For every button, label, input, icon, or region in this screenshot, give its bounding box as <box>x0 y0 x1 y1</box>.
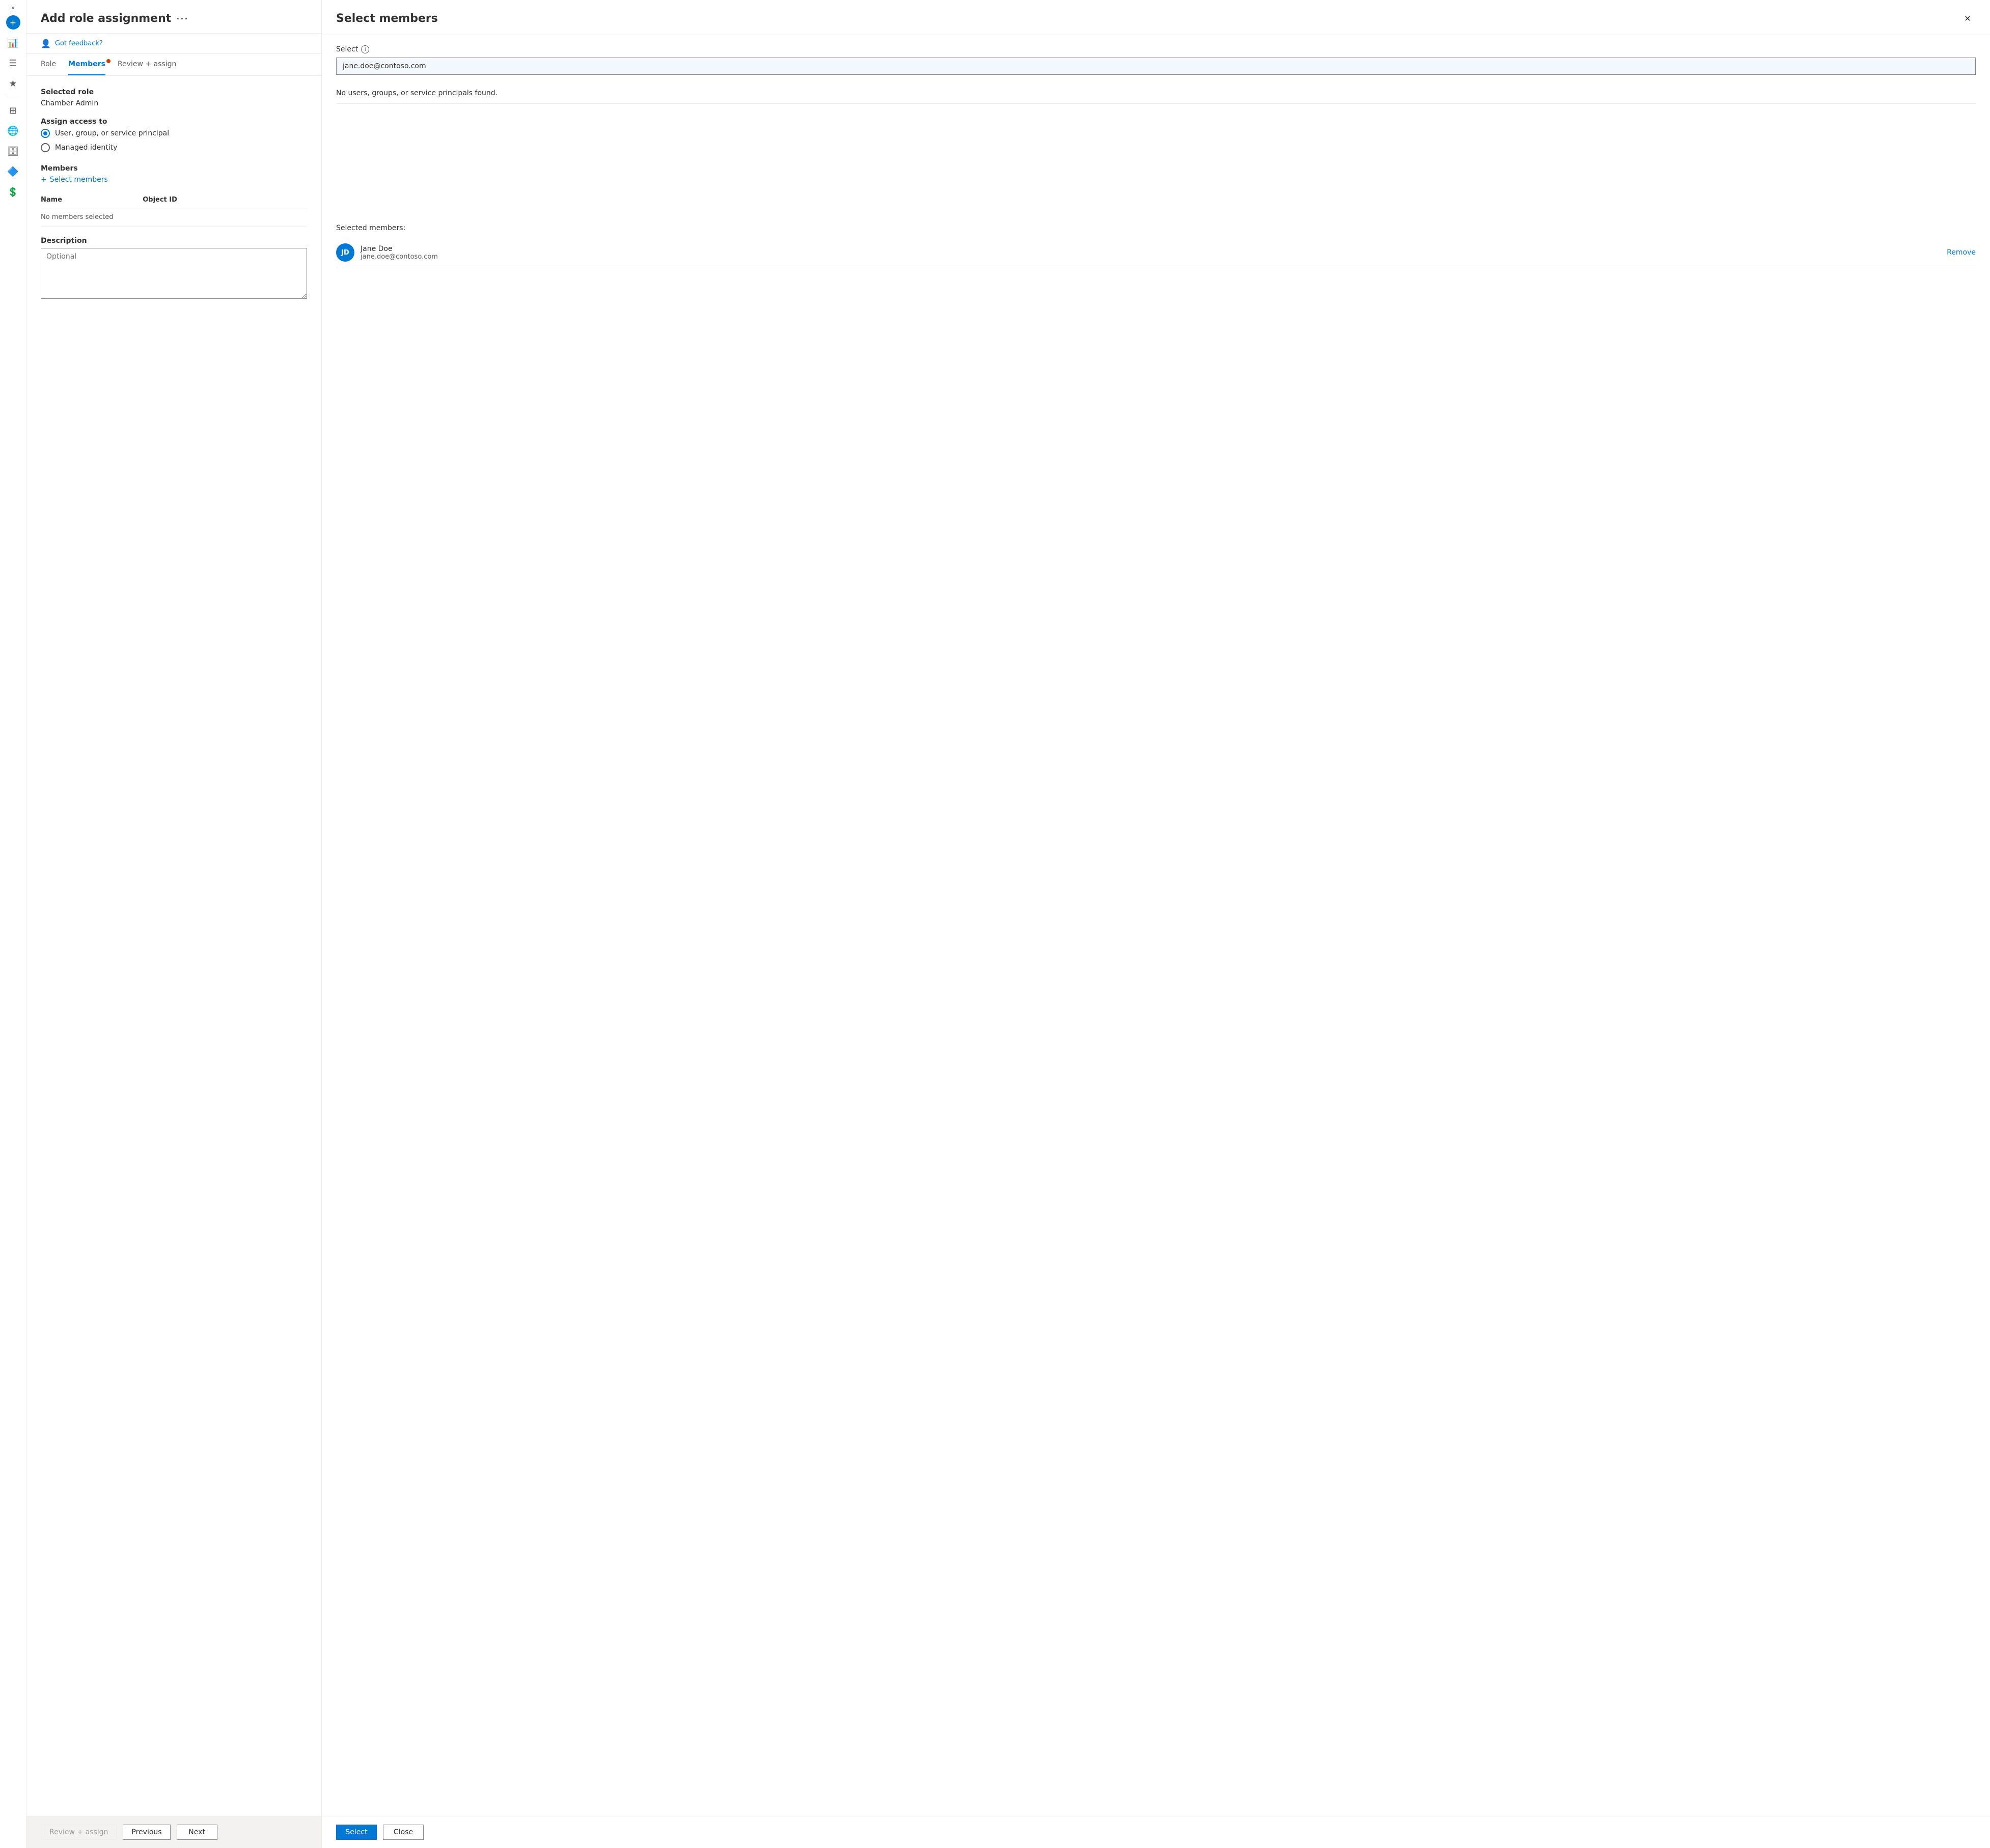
right-panel: Select members ✕ Select i No users, grou… <box>322 0 1990 1848</box>
tab-role[interactable]: Role <box>41 54 56 75</box>
panel-title-text: Add role assignment <box>41 12 171 25</box>
radio-group: User, group, or service principal Manage… <box>41 129 307 152</box>
search-results-area <box>336 114 1976 216</box>
radio-managed-identity-label: Managed identity <box>55 144 117 152</box>
name-column-header: Name <box>41 192 143 208</box>
radio-managed-identity-circle <box>41 143 50 152</box>
panel-footer: Review + assign Previous Next <box>26 1816 321 1848</box>
previous-button[interactable]: Previous <box>123 1825 170 1840</box>
circle-dollar-icon[interactable]: 💲 <box>4 183 22 201</box>
right-panel-title: Select members <box>336 12 438 25</box>
no-members-text: No members selected <box>41 208 307 227</box>
radio-user-group[interactable]: User, group, or service principal <box>41 129 307 138</box>
member-info: Jane Doe jane.doe@contoso.com <box>361 245 1941 261</box>
star-icon[interactable]: ★ <box>4 74 22 93</box>
avatar: JD <box>336 243 354 262</box>
left-panel: Add role assignment ··· 👤 Got feedback? … <box>26 0 322 1848</box>
main-area: Add role assignment ··· 👤 Got feedback? … <box>26 0 1990 1848</box>
radio-managed-identity[interactable]: Managed identity <box>41 143 307 152</box>
selected-role-label: Selected role <box>41 88 307 96</box>
database-icon[interactable]: 🗄 <box>4 142 22 160</box>
members-table: Name Object ID No members selected <box>41 192 307 227</box>
feedback-icon: 👤 <box>41 39 51 48</box>
plus-icon: + <box>41 176 47 184</box>
close-panel-button[interactable]: ✕ <box>1959 10 1976 26</box>
select-label: Select i <box>336 45 1976 53</box>
selected-members-section: Selected members: JD Jane Doe jane.doe@c… <box>336 216 1976 267</box>
member-email: jane.doe@contoso.com <box>361 253 1941 261</box>
remove-member-button[interactable]: Remove <box>1947 248 1976 257</box>
add-button[interactable]: + <box>6 15 20 30</box>
member-item: JD Jane Doe jane.doe@contoso.com Remove <box>336 238 1976 267</box>
grid-icon[interactable]: ⊞ <box>4 101 22 120</box>
select-members-button[interactable]: + Select members <box>41 176 307 184</box>
selected-role-value: Chamber Admin <box>41 99 307 107</box>
tab-members[interactable]: Members <box>68 54 105 75</box>
menu-icon[interactable]: ☰ <box>4 54 22 72</box>
sidebar: » + 📊 ☰ ★ ⊞ 🌐 🗄 🔷 💲 <box>0 0 26 1848</box>
selected-members-label: Selected members: <box>336 224 1976 232</box>
description-textarea[interactable] <box>41 248 307 299</box>
close-button[interactable]: Close <box>383 1825 424 1840</box>
info-icon[interactable]: i <box>361 45 369 53</box>
selected-role-section: Selected role Chamber Admin <box>41 88 307 107</box>
chart-icon[interactable]: 📊 <box>4 34 22 52</box>
member-name: Jane Doe <box>361 245 1941 253</box>
members-section: Members + Select members Name Object ID <box>41 164 307 227</box>
no-results-text: No users, groups, or service principals … <box>336 83 1976 104</box>
members-label: Members <box>41 164 307 173</box>
feedback-text: Got feedback? <box>55 40 103 47</box>
panel-header: Add role assignment ··· <box>26 0 321 34</box>
table-row: No members selected <box>41 208 307 227</box>
objectid-column-header: Object ID <box>143 192 307 208</box>
radio-user-group-label: User, group, or service principal <box>55 129 169 137</box>
globe-icon[interactable]: 🌐 <box>4 122 22 140</box>
collapse-icon[interactable]: » <box>11 4 15 11</box>
next-button[interactable]: Next <box>177 1825 217 1840</box>
description-section: Description <box>41 237 307 301</box>
panel-title: Add role assignment ··· <box>41 12 307 25</box>
feedback-bar[interactable]: 👤 Got feedback? <box>26 34 321 54</box>
tab-review-assign[interactable]: Review + assign <box>118 54 176 75</box>
right-panel-footer: Select Close <box>322 1816 1990 1848</box>
assign-access-section: Assign access to User, group, or service… <box>41 118 307 152</box>
right-panel-header: Select members ✕ <box>322 0 1990 35</box>
select-members-text: Select members <box>50 176 108 184</box>
tabs: Role Members Review + assign <box>26 54 321 76</box>
select-button[interactable]: Select <box>336 1825 377 1840</box>
search-input[interactable] <box>336 58 1976 75</box>
panel-title-dots[interactable]: ··· <box>176 14 188 23</box>
members-tab-dot <box>106 59 110 63</box>
shield-icon[interactable]: 🔷 <box>4 162 22 181</box>
review-assign-button[interactable]: Review + assign <box>41 1825 117 1840</box>
description-label: Description <box>41 237 307 245</box>
panel-content: Selected role Chamber Admin Assign acces… <box>26 76 321 1816</box>
right-panel-content: Select i No users, groups, or service pr… <box>322 35 1990 1816</box>
radio-user-group-circle <box>41 129 50 138</box>
assign-access-label: Assign access to <box>41 118 307 126</box>
